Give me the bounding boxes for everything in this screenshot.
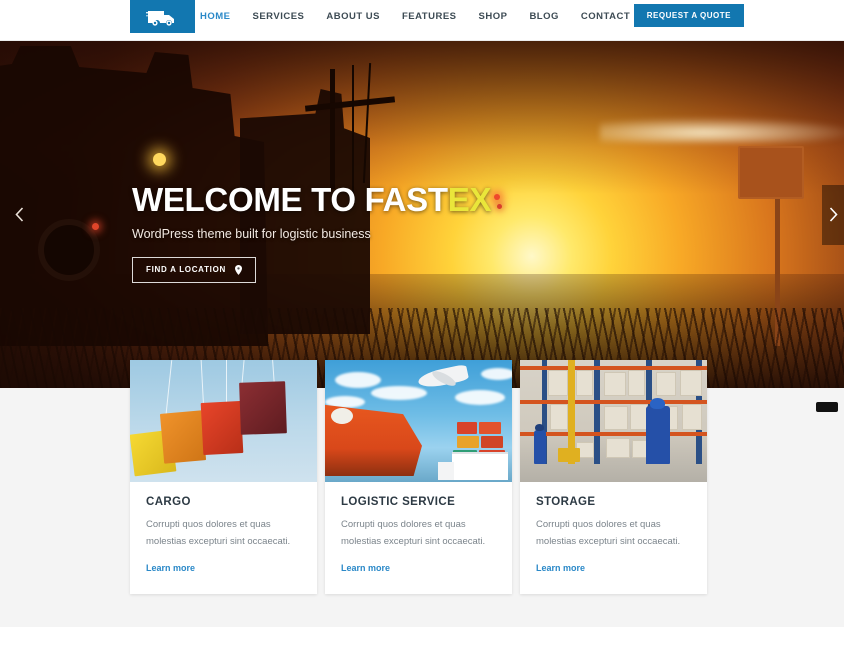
hero-subtitle: WordPress theme built for logistic busin… bbox=[132, 226, 371, 241]
service-card-logistic-service[interactable]: LOGISTIC SERVICE Corrupti quos dolores e… bbox=[325, 360, 512, 595]
nav-item-home[interactable]: HOME bbox=[200, 11, 231, 22]
hero-content: WELCOME TO FASTEX WordPress theme built … bbox=[132, 181, 492, 283]
card-description: Corrupti quos dolores et quas molestias … bbox=[536, 519, 681, 547]
cargo-ship-plane-truck-image bbox=[325, 360, 512, 482]
nav-item-blog[interactable]: BLOG bbox=[529, 11, 558, 22]
chevron-right-icon bbox=[829, 207, 838, 222]
learn-more-link[interactable]: Learn more bbox=[341, 563, 390, 573]
hero-title-accent: EX bbox=[447, 181, 492, 218]
shipping-containers-crane-image bbox=[130, 360, 317, 482]
hero-title-main: WELCOME TO FAST bbox=[132, 181, 448, 218]
chevron-left-icon bbox=[14, 207, 24, 222]
service-card-storage[interactable]: STORAGE Corrupti quos dolores et quas mo… bbox=[520, 360, 707, 595]
card-body: STORAGE Corrupti quos dolores et quas mo… bbox=[520, 482, 707, 594]
hero-title: WELCOME TO FASTEX bbox=[132, 181, 492, 218]
services-section: CARGO Corrupti quos dolores et quas mole… bbox=[0, 360, 844, 627]
delivery-truck-icon bbox=[145, 7, 180, 26]
slider-prev-button[interactable] bbox=[8, 198, 30, 232]
main-nav: HOME SERVICES ABOUT US FEATURES SHOP BLO… bbox=[200, 0, 630, 33]
card-title: CARGO bbox=[146, 496, 191, 508]
card-body: LOGISTIC SERVICE Corrupti quos dolores e… bbox=[325, 482, 512, 594]
card-description: Corrupti quos dolores et quas molestias … bbox=[146, 519, 291, 547]
card-title: STORAGE bbox=[536, 496, 596, 508]
nav-item-services[interactable]: SERVICES bbox=[253, 11, 305, 22]
find-a-location-label: FIND A LOCATION bbox=[146, 265, 226, 275]
site-header: HOME SERVICES ABOUT US FEATURES SHOP BLO… bbox=[0, 0, 844, 41]
card-body: CARGO Corrupti quos dolores et quas mole… bbox=[130, 482, 317, 594]
service-cards: CARGO Corrupti quos dolores et quas mole… bbox=[130, 360, 707, 595]
nav-item-about-us[interactable]: ABOUT US bbox=[326, 11, 380, 22]
nav-item-shop[interactable]: SHOP bbox=[479, 11, 508, 22]
hero-slider: WELCOME TO FASTEX WordPress theme built … bbox=[0, 41, 844, 388]
request-a-quote-button[interactable]: REQUEST A QUOTE bbox=[633, 4, 744, 27]
nav-item-contact[interactable]: CONTACT bbox=[581, 11, 630, 22]
service-card-cargo[interactable]: CARGO Corrupti quos dolores et quas mole… bbox=[130, 360, 317, 595]
floating-widget-chip[interactable] bbox=[816, 402, 838, 412]
slider-next-button[interactable] bbox=[822, 184, 844, 245]
logo[interactable] bbox=[130, 0, 195, 33]
page-root: HOME SERVICES ABOUT US FEATURES SHOP BLO… bbox=[0, 0, 844, 650]
card-title: LOGISTIC SERVICE bbox=[341, 496, 456, 508]
learn-more-link[interactable]: Learn more bbox=[146, 563, 195, 573]
map-pin-icon bbox=[234, 264, 242, 275]
card-description: Corrupti quos dolores et quas molestias … bbox=[341, 519, 486, 547]
learn-more-link[interactable]: Learn more bbox=[536, 563, 585, 573]
warehouse-workers-image bbox=[520, 360, 707, 482]
nav-item-features[interactable]: FEATURES bbox=[402, 11, 457, 22]
page-footer-spacer bbox=[0, 627, 844, 650]
find-a-location-button[interactable]: FIND A LOCATION bbox=[132, 256, 256, 283]
